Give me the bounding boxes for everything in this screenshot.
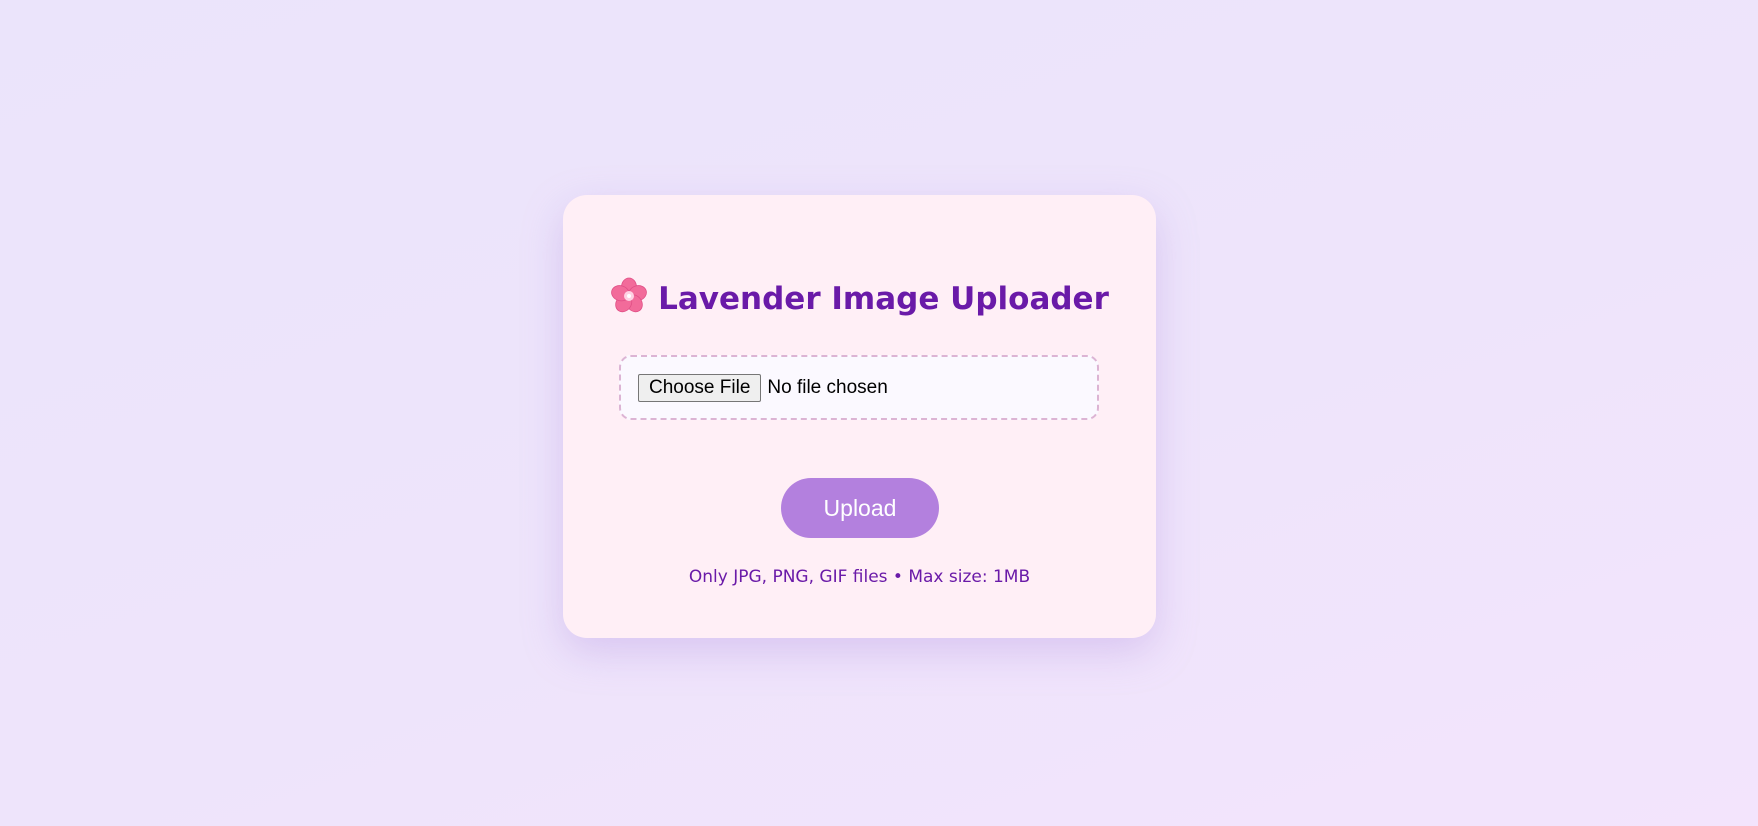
page-title-text: Lavender Image Uploader [658, 281, 1109, 317]
choose-file-button[interactable]: Choose File [638, 373, 762, 402]
upload-button[interactable]: Upload [781, 478, 939, 538]
page-title: Lavender Image Uploader [563, 277, 1156, 325]
file-status-text: No file chosen [767, 376, 888, 398]
upload-card: Lavender Image Uploader Choose File No f… [563, 195, 1156, 638]
file-dropzone[interactable]: Choose File No file chosen [619, 355, 1099, 420]
cherry-blossom-icon [610, 277, 648, 325]
file-requirements-hint: Only JPG, PNG, GIF files • Max size: 1MB [688, 567, 1031, 587]
